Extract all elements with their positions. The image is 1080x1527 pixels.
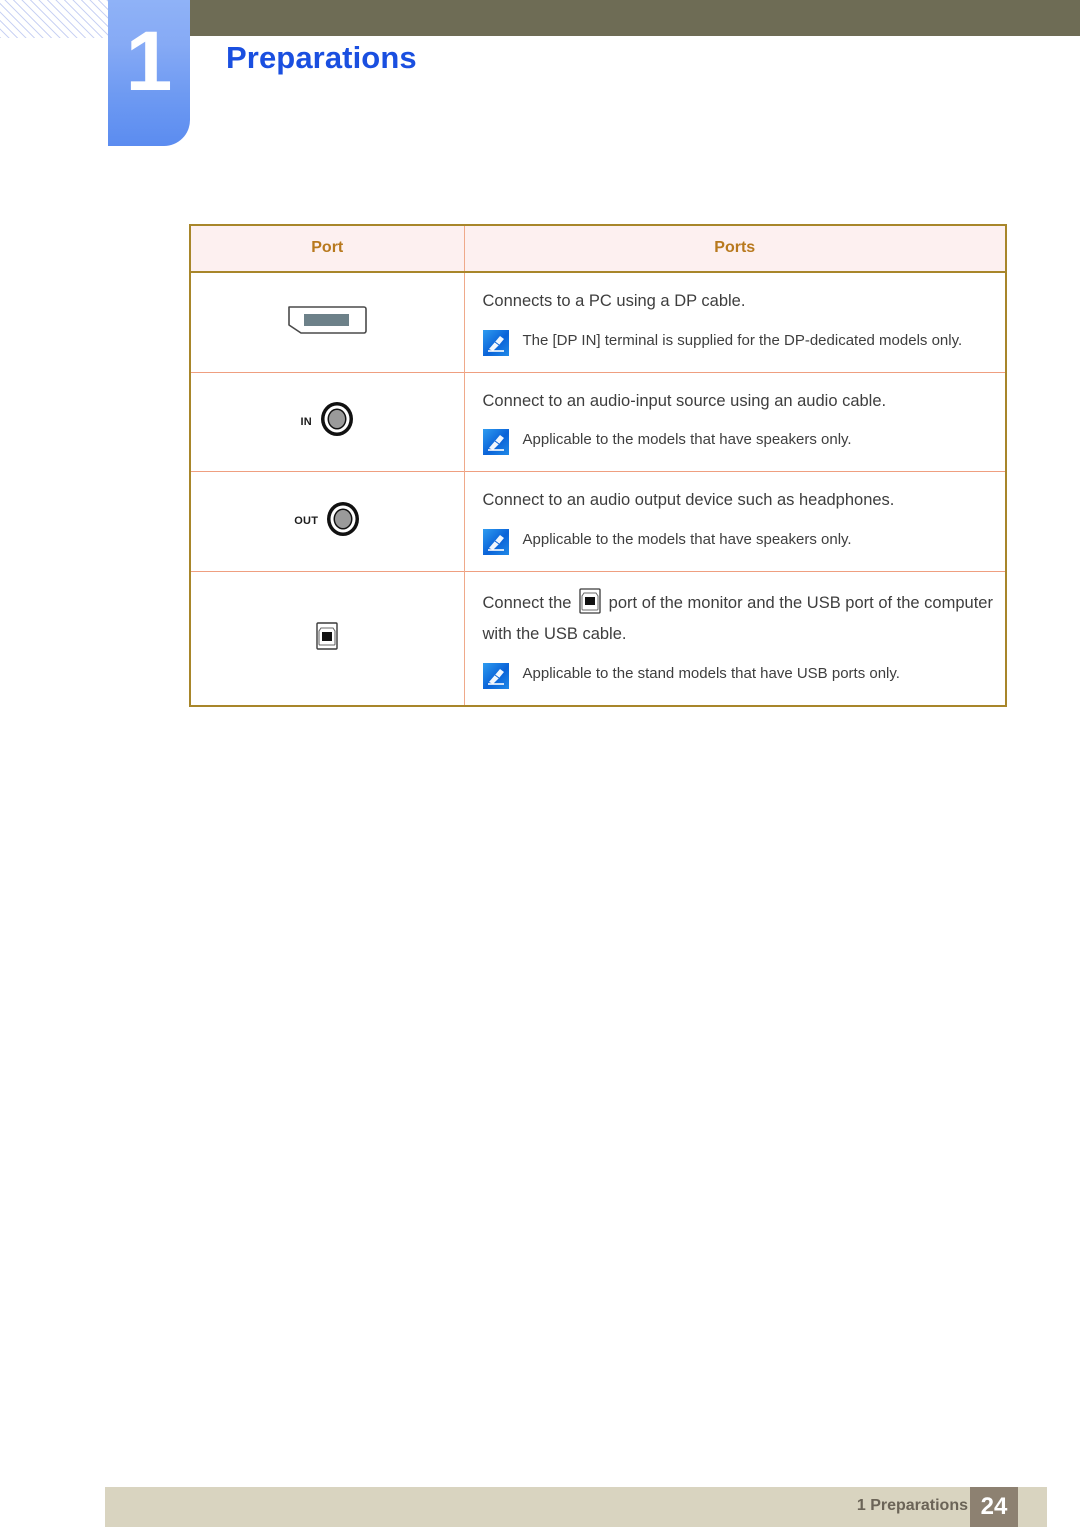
port-description-cell: Connect to an audio output device such a… (464, 471, 1006, 572)
note-pencil-icon (482, 429, 509, 456)
header-band (190, 0, 1080, 36)
port-description-text: Connect to an audio output device such a… (482, 491, 895, 510)
usb-b-port-inline-icon (578, 588, 602, 623)
table-header-row: Port Ports (190, 225, 1006, 273)
table-row: OUT Connect to an audio output device su… (190, 471, 1006, 572)
note-text: Applicable to the models that have speak… (522, 431, 852, 449)
note-pencil-icon (482, 662, 509, 689)
usb-description-part1: Connect the (482, 593, 572, 612)
port-icon-cell: IN (190, 371, 465, 472)
column-header-ports: Ports (464, 225, 1006, 273)
audio-out-jack-icon (326, 501, 360, 542)
note-block: The [DP IN] terminal is supplied for the… (482, 329, 996, 356)
port-description-cell: Connect the port of the monitor and the … (464, 570, 1006, 706)
audio-in-jack-icon (320, 401, 354, 442)
audio-in-jack-label: IN (300, 415, 313, 428)
port-description-text: Connect to an audio-input source using a… (482, 391, 887, 410)
displayport-icon (287, 304, 368, 341)
decorative-hatch-pattern (0, 0, 108, 38)
table-row: Connect the port of the monitor and the … (190, 570, 1006, 706)
port-description-text: Connect the port of the monitor and the … (483, 588, 996, 648)
note-pencil-icon (482, 528, 509, 555)
chapter-tab: 1 (108, 0, 190, 146)
usb-b-port-icon (313, 621, 341, 656)
note-block: Applicable to the models that have speak… (482, 428, 996, 456)
note-text: The [DP IN] terminal is supplied for the… (522, 331, 963, 349)
port-icon-cell (190, 570, 465, 706)
table-row: IN Connect to an audio-input source usin… (190, 371, 1006, 472)
chapter-number: 1 (125, 14, 173, 108)
audio-in-jack-group: IN (300, 401, 354, 442)
port-description-cell: Connect to an audio-input source using a… (464, 371, 1006, 472)
audio-out-jack-label: OUT (294, 515, 319, 528)
port-description-cell: Connects to a PC using a DP cable. The [… (464, 272, 1006, 373)
port-description-text: Connects to a PC using a DP cable. (482, 292, 746, 310)
table-row: Connects to a PC using a DP cable. The [… (190, 272, 1006, 373)
ports-table: Port Ports Connects to a PC using a DP c… (189, 224, 1007, 707)
note-text: Applicable to the stand models that have… (522, 664, 900, 682)
note-text: Applicable to the models that have speak… (522, 530, 852, 548)
footer-page-number: 24 (970, 1487, 1018, 1527)
page-title: Preparations (226, 40, 417, 75)
note-pencil-icon (482, 329, 509, 356)
port-icon-cell (190, 272, 465, 373)
port-icon-cell: OUT (190, 471, 465, 572)
footer-label: 1 Preparations (856, 1497, 968, 1514)
table-header: Port Ports (190, 225, 1006, 273)
note-block: Applicable to the models that have speak… (482, 528, 996, 555)
column-header-port: Port (190, 225, 465, 273)
note-block: Applicable to the stand models that have… (482, 662, 996, 689)
table-body: Connects to a PC using a DP cable. The [… (190, 272, 1006, 706)
audio-out-jack-group: OUT (294, 501, 360, 542)
